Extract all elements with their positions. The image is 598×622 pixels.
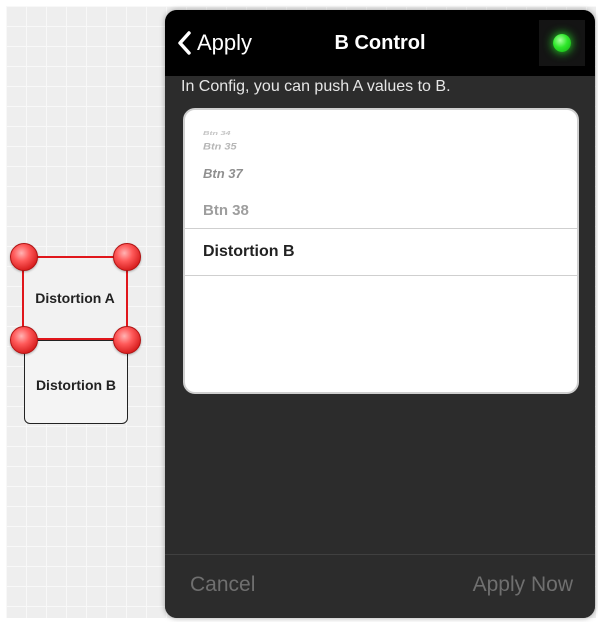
picker-selected-item[interactable]: Distortion B bbox=[185, 228, 577, 276]
block-a-label: Distortion A bbox=[35, 290, 115, 306]
cancel-button[interactable]: Cancel bbox=[190, 573, 255, 597]
apply-now-button[interactable]: Apply Now bbox=[473, 573, 573, 597]
picker-item[interactable]: Btn 34 bbox=[203, 130, 231, 136]
picker-item[interactable]: Btn 38 bbox=[203, 202, 249, 219]
b-control-dialog: Apply B Control In Config, you can push … bbox=[165, 10, 595, 618]
block-distortion-b[interactable]: Distortion B bbox=[24, 340, 128, 424]
hint-text: In Config, you can push A values to B. bbox=[181, 78, 451, 95]
dialog-footer: Cancel Apply Now bbox=[165, 554, 595, 618]
status-indicator bbox=[539, 20, 585, 66]
back-button[interactable]: Apply bbox=[177, 26, 252, 60]
status-led-icon bbox=[553, 34, 571, 52]
chevron-left-icon bbox=[178, 31, 191, 55]
back-button-label: Apply bbox=[197, 30, 253, 55]
block-distortion-a[interactable]: Distortion A bbox=[22, 256, 128, 340]
nav-bar: Apply B Control bbox=[165, 10, 595, 76]
page-title: B Control bbox=[334, 31, 426, 54]
resize-handle-bottom-left[interactable] bbox=[10, 326, 38, 354]
picker-item[interactable]: Btn 37 bbox=[203, 166, 243, 181]
resize-handle-top-right[interactable] bbox=[113, 243, 141, 271]
resize-handle-bottom-right[interactable] bbox=[113, 326, 141, 354]
picker-item[interactable]: Btn 35 bbox=[203, 142, 237, 152]
resize-handle-top-left[interactable] bbox=[10, 243, 38, 271]
block-b-label: Distortion B bbox=[35, 377, 117, 393]
control-picker[interactable]: Btn 34 Btn 35 Btn 37 Btn 38 Distortion B bbox=[183, 108, 579, 394]
